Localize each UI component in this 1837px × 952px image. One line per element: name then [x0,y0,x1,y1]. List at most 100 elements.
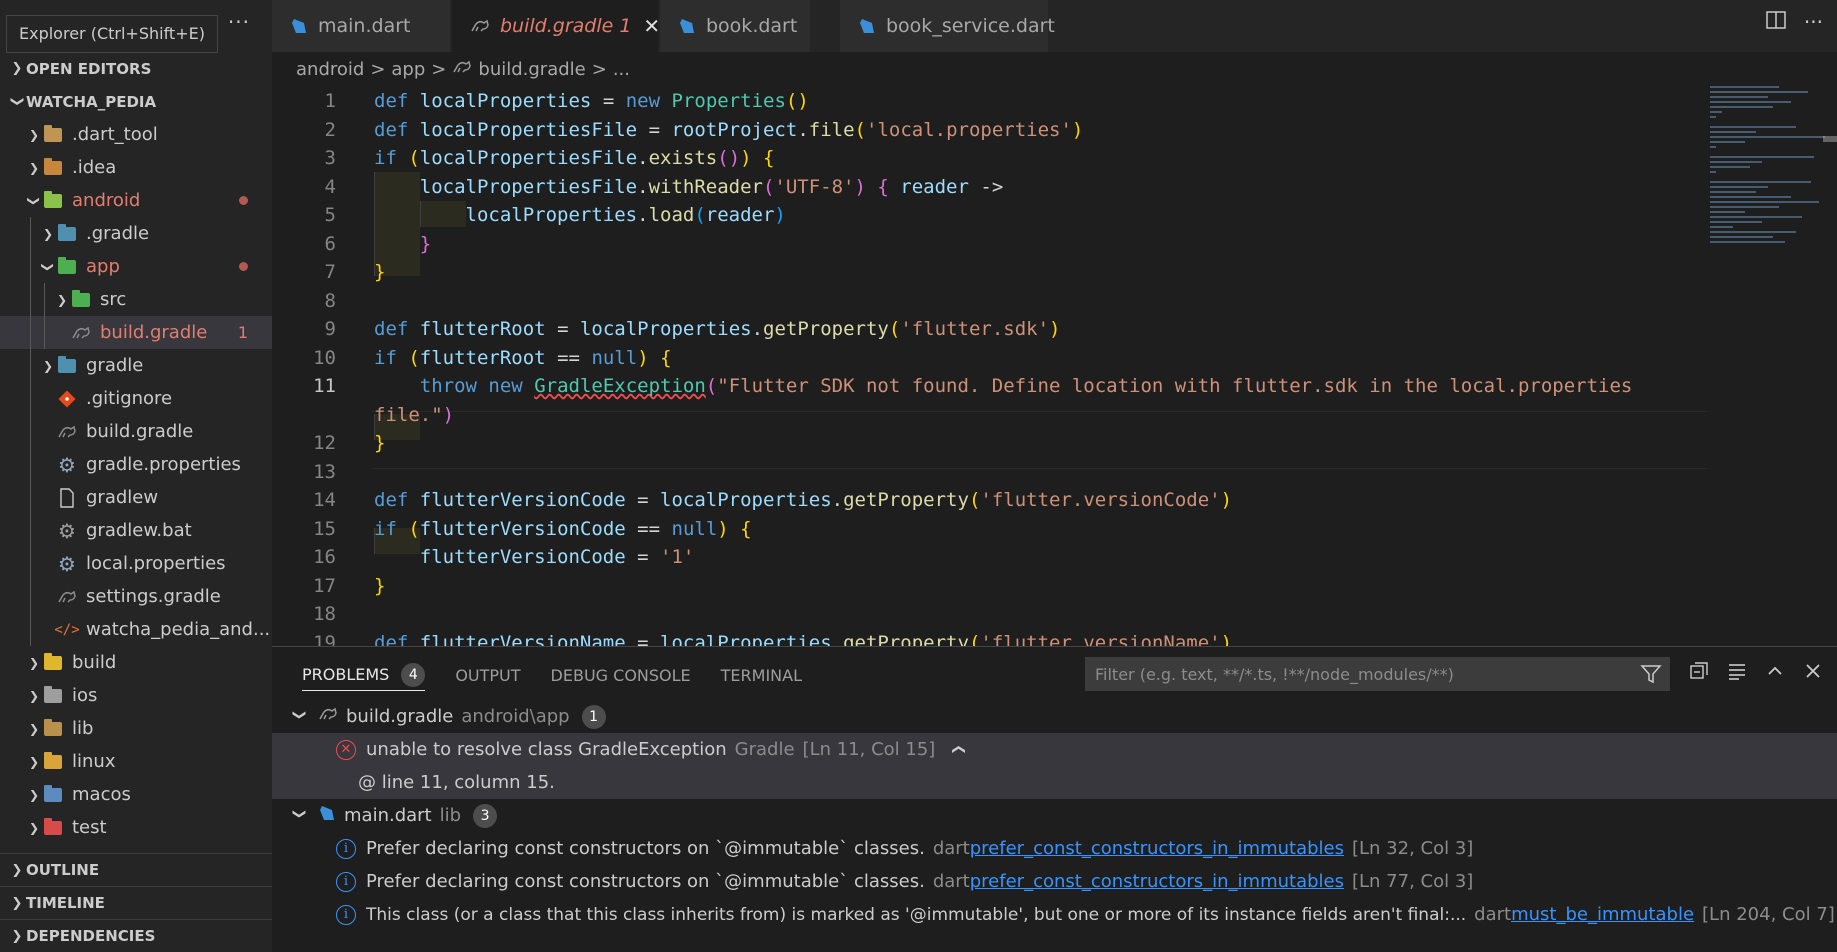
more-actions-icon[interactable]: ··· [228,10,250,34]
folder-build-icon [42,652,64,673]
tree-item-label: test [72,817,107,838]
problem-group-main-dart[interactable]: ❯ main.dart lib 3 [272,799,1837,832]
tree-item-lib[interactable]: ❯ lib [0,712,272,745]
problem-location: [Ln 77, Col 3] [1351,871,1474,892]
tab-output[interactable]: OUTPUT [455,647,520,703]
tab-label: book.dart [706,15,798,37]
tab-terminal[interactable]: TERMINAL [721,647,802,703]
code-editor[interactable]: 1 2 3 4 5 6 7 8 9 10 11 12 13 14 15 16 1… [272,86,1837,646]
tab-label: DEBUG CONSOLE [550,665,691,685]
tree-item-build-gradle-app[interactable]: build.gradle 1 [0,316,272,349]
indent-guide [30,382,31,415]
tree-item-gradlew-bat[interactable]: ⚙ gradlew.bat [0,514,272,547]
tree-item-label: gradlew.bat [86,520,192,541]
more-actions-icon[interactable]: ··· [1804,10,1823,34]
problem-group-build-gradle[interactable]: ❯ build.gradle android\app 1 [272,700,1837,733]
chevron-right-icon: ❯ [28,721,40,736]
chevron-up-icon[interactable]: ❯ [951,744,966,755]
tree-item-android[interactable]: ❯ android [0,184,272,217]
collapse-all-icon[interactable] [1689,661,1709,686]
minimap[interactable] [1710,86,1825,266]
tree-item-gradle-folder[interactable]: ❯ .gradle [0,217,272,250]
problems-filter-input[interactable]: Filter (e.g. text, **/*.ts, !**/node_mod… [1085,657,1670,691]
problem-detail: @ line 11, column 15. [358,772,555,793]
close-panel-icon[interactable] [1803,661,1823,686]
problems-count-badge: 4 [401,662,426,687]
code-line: localProperties.load(reader) [465,204,786,226]
tree-item-ios[interactable]: ❯ ios [0,679,272,712]
code-line: def flutterRoot = localProperties.getPro… [374,318,1061,340]
tree-item-settings-gradle[interactable]: settings.gradle [0,580,272,613]
split-editor-icon[interactable] [1766,10,1786,34]
tree-item-dart-tool[interactable]: ❯ .dart_tool [0,118,272,151]
tab-debug-console[interactable]: DEBUG CONSOLE [551,647,691,703]
editor-actions: ··· [1766,10,1837,34]
explorer-sidebar: Explorer (Ctrl+Shift+E) ··· ❯ OPEN EDITOR… [0,0,272,952]
tab-main-dart[interactable]: main.dart [272,0,450,52]
tree-item-linux[interactable]: ❯ linux [0,745,272,778]
workspace-section[interactable]: ❯ WATCHA_PEDIA [0,85,272,118]
tab-problems[interactable]: PROBLEMS 4 [302,659,426,691]
maximize-panel-icon[interactable] [1765,661,1785,686]
breadcrumb-item[interactable]: ... [613,59,630,80]
filter-icon[interactable] [1640,663,1662,689]
tree-item-label: gradle.properties [86,454,241,475]
breadcrumb: android > app > build.gradle > ... [272,52,1837,86]
code-line: if (localPropertiesFile.exists()) { [374,147,775,169]
tree-item-watcha-iml[interactable]: </> watcha_pedia_and... [0,613,272,646]
chevron-right-icon: ❯ [42,358,54,373]
problem-code-link[interactable]: prefer_const_constructors_in_immutables [970,838,1344,859]
tree-item-src[interactable]: ❯ src [0,283,272,316]
problem-row[interactable]: ✕ unable to resolve class GradleExceptio… [272,733,1837,766]
close-icon[interactable]: ✕ [643,14,660,38]
tree-item-label: local.properties [86,553,226,574]
tree-item-test[interactable]: ❯ test [0,811,272,844]
dependencies-section[interactable]: ❯ DEPENDENCIES [0,919,272,952]
error-squiggle[interactable]: GradleException [534,375,706,397]
tab-build-gradle[interactable]: build.gradle 1 ✕ [452,0,660,52]
gradle-file-icon [470,18,490,34]
line-number: 19 [313,632,336,646]
tab-book-dart[interactable]: book.dart [660,0,810,52]
breadcrumb-item[interactable]: android [296,59,364,80]
breadcrumb-item[interactable]: app [391,59,425,80]
tree-item-gradle-properties[interactable]: ⚙ gradle.properties [0,448,272,481]
tree-item-gradlew[interactable]: gradlew [0,481,272,514]
problem-code-link[interactable]: prefer_const_constructors_in_immutables [970,871,1344,892]
tree-item-idea[interactable]: ❯ .idea [0,151,272,184]
vertical-scrollbar[interactable] [1823,136,1837,142]
gear-icon: ⚙ [58,551,76,576]
breadcrumb-item[interactable]: build.gradle [478,59,585,80]
code-line: } [374,432,386,454]
section-label: WATCHA_PEDIA [26,92,157,111]
tree-item-macos[interactable]: ❯ macos [0,778,272,811]
tree-item-gradle[interactable]: ❯ gradle [0,349,272,382]
problem-row[interactable]: i Prefer declaring const constructors on… [272,865,1837,898]
tree-item-gitignore[interactable]: .gitignore [0,382,272,415]
line-number: 5 [324,204,336,226]
tree-item-build[interactable]: ❯ build [0,646,272,679]
tree-item-local-properties[interactable]: ⚙ local.properties [0,547,272,580]
problem-row[interactable]: i This class (or a class that this class… [272,898,1837,931]
filter-placeholder: Filter (e.g. text, **/*.ts, !**/node_mod… [1095,664,1454,684]
dart-icon [290,17,308,35]
problem-location: [Ln 11, Col 15] [802,739,936,760]
indent-guide [30,349,31,382]
problem-message: Prefer declaring const constructors on `… [366,838,925,859]
gradle-file-icon [70,323,92,343]
explorer-header: Explorer (Ctrl+Shift+E) ··· [0,0,272,53]
timeline-section[interactable]: ❯ TIMELINE [0,886,272,919]
tab-book-service-dart[interactable]: book_service.dart [840,0,1055,52]
open-editors-section[interactable]: ❯ OPEN EDITORS [0,52,272,85]
problem-group-count: 3 [473,803,498,828]
code-line: if (flutterRoot == null) { [374,347,672,369]
problem-code-link[interactable]: must_be_immutable [1511,904,1694,925]
tab-problem-count: 1 [619,15,632,37]
problem-row[interactable]: i Prefer declaring const constructors on… [272,832,1837,865]
word-wrap-icon[interactable] [1727,661,1747,686]
code-line: localPropertiesFile.withReader('UTF-8') … [419,176,1004,198]
chevron-right-icon: ❯ [28,655,40,670]
tree-item-build-gradle[interactable]: build.gradle [0,415,272,448]
outline-section[interactable]: ❯ OUTLINE [0,853,272,886]
tree-item-app[interactable]: ❯ app [0,250,272,283]
